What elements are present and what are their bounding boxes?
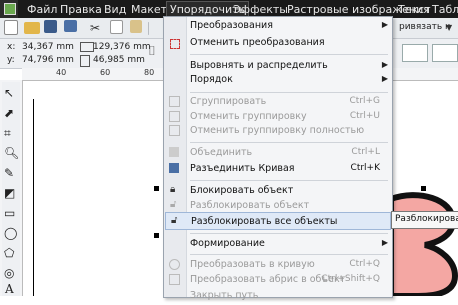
menu-item-label: Разблокировать все объекты: [191, 216, 338, 227]
menu-table[interactable]: Табл: [432, 3, 458, 16]
menu-item-label: Объединить: [190, 147, 253, 158]
menu-item-break-apart[interactable]: Разъединить Кривая Ctrl+K: [164, 160, 392, 178]
menu-item-clear-transformations[interactable]: Отменить преобразования: [164, 34, 392, 52]
menu-separator: [190, 180, 388, 181]
paste-icon[interactable]: [130, 20, 142, 33]
unlock-all-icon: 🔓︎: [171, 215, 178, 226]
snap-to-dropdown[interactable]: ривязать к: [399, 22, 450, 32]
y-label: y:: [7, 55, 15, 65]
unlock-icon: 🔓︎: [170, 199, 177, 210]
menu-item-shortcut: Ctrl+Shift+Q: [321, 274, 380, 284]
save-icon[interactable]: [44, 20, 57, 33]
cut-icon[interactable]: ✂: [90, 20, 106, 36]
menu-item-ungroup-all[interactable]: Отменить группировку полностью: [164, 122, 392, 140]
toolbox: ↖ ⬈ ⌗ 🔍︎ ✎ ◩ ▭ ◯ ⬠ ◎ A: [2, 82, 20, 296]
menu-separator: [190, 254, 388, 255]
new-document-icon[interactable]: [4, 20, 18, 35]
menu-separator: [190, 233, 388, 234]
ellipse-tool-icon[interactable]: ◯: [4, 226, 17, 240]
menu-item-shortcut: Ctrl+Q: [349, 259, 380, 269]
convert-curve-icon: [169, 259, 180, 270]
convert-outline-icon: [169, 274, 180, 285]
menu-item-label: Формирование: [190, 238, 265, 249]
lock-icon: 🔒︎: [170, 184, 176, 195]
menu-view[interactable]: Вид: [104, 3, 126, 16]
clear-transform-icon: [170, 39, 180, 49]
menu-item-shortcut: Ctrl+L: [351, 147, 380, 157]
menu-item-label: Отменить группировку полностью: [190, 125, 365, 136]
fill-swatch[interactable]: [432, 44, 458, 62]
menu-item-shaping[interactable]: Формирование ▶: [164, 235, 392, 253]
pick-tool-icon[interactable]: ↖: [4, 86, 14, 100]
menu-item-label: Преобразовать в кривую: [190, 259, 315, 270]
ruler-tick: 60: [100, 68, 111, 77]
menu-item-close-path[interactable]: Закрыть путь: [164, 287, 392, 305]
copy-icon[interactable]: [110, 20, 123, 34]
menu-separator: [190, 142, 388, 143]
x-label: x:: [7, 42, 16, 52]
zoom-tool-icon[interactable]: 🔍︎: [4, 146, 19, 160]
menu-text[interactable]: Текст: [398, 3, 431, 16]
menu-edit[interactable]: Правка: [60, 3, 102, 16]
submenu-arrow-icon: ▶: [381, 238, 388, 247]
menu-effects[interactable]: Эффекты: [233, 3, 288, 16]
ruler-tick: 80: [144, 68, 155, 77]
shape-tool-icon[interactable]: ⬈: [4, 106, 14, 120]
chevron-down-icon[interactable]: ▼: [446, 23, 452, 32]
app-icon[interactable]: [0, 0, 18, 18]
open-folder-icon[interactable]: [24, 22, 40, 34]
menu-item-label: Сгруппировать: [190, 96, 267, 107]
menu-item-label: Порядок: [190, 74, 233, 85]
menu-item-label: Преобразования: [190, 20, 273, 31]
rectangle-tool-icon[interactable]: ▭: [4, 206, 15, 220]
spiral-tool-icon[interactable]: ◎: [4, 266, 14, 280]
freehand-tool-icon[interactable]: ✎: [4, 166, 14, 180]
menu-item-label: Блокировать объект: [190, 185, 294, 196]
ruler-tick: 40: [56, 68, 67, 77]
x-position-field[interactable]: 34,367 mm: [22, 42, 74, 52]
menu-item-shortcut: Ctrl+K: [350, 163, 380, 173]
submenu-arrow-icon: ▶: [381, 60, 388, 69]
menu-item-shortcut: Ctrl+U: [349, 111, 380, 121]
text-tool-icon[interactable]: A: [5, 282, 14, 296]
y-position-field[interactable]: 74,796 mm: [22, 55, 74, 65]
toolbar-separator: [148, 22, 149, 35]
lock-ratio-icon[interactable]: ⌷: [148, 44, 156, 59]
print-icon[interactable]: [64, 20, 77, 32]
menu-item-label: Выровнять и распределить: [190, 60, 328, 71]
tooltip: Разблокироват: [391, 211, 458, 229]
menu-separator: [190, 54, 388, 55]
menu-item-label: Отменить группировку: [190, 111, 307, 122]
smart-fill-icon[interactable]: ◩: [4, 186, 15, 200]
height-field[interactable]: 46,985 mm: [93, 55, 145, 65]
arrange-menu: Преобразования ▶ Отменить преобразования…: [163, 16, 393, 301]
break-apart-icon: [169, 163, 179, 173]
menu-item-label: Отменить преобразования: [190, 37, 325, 48]
submenu-arrow-icon: ▶: [381, 74, 388, 83]
menu-item-unlock-all-objects[interactable]: 🔓︎ Разблокировать все объекты: [165, 212, 391, 230]
menu-item-label: Разблокировать объект: [190, 200, 310, 211]
height-icon: [80, 55, 90, 67]
menu-item-transformations[interactable]: Преобразования ▶: [164, 17, 392, 35]
tooltip-text: Разблокироват: [395, 214, 458, 224]
width-field[interactable]: 129,376 mm: [93, 42, 151, 52]
outline-swatch[interactable]: [402, 44, 428, 62]
menu-item-label: Разъединить Кривая: [190, 163, 295, 174]
combine-icon: [169, 147, 179, 157]
polygon-tool-icon[interactable]: ⬠: [4, 246, 14, 260]
ungroup-all-icon: [169, 125, 180, 136]
menu-file[interactable]: Файл: [27, 3, 57, 16]
menu-item-shortcut: Ctrl+G: [349, 96, 380, 106]
group-icon: [169, 96, 180, 107]
crop-tool-icon[interactable]: ⌗: [4, 126, 11, 141]
menu-item-order[interactable]: Порядок ▶: [164, 71, 392, 89]
submenu-arrow-icon: ▶: [381, 20, 388, 29]
ungroup-icon: [169, 111, 180, 122]
menu-layout[interactable]: Макет: [131, 3, 167, 16]
width-icon: [80, 42, 94, 52]
